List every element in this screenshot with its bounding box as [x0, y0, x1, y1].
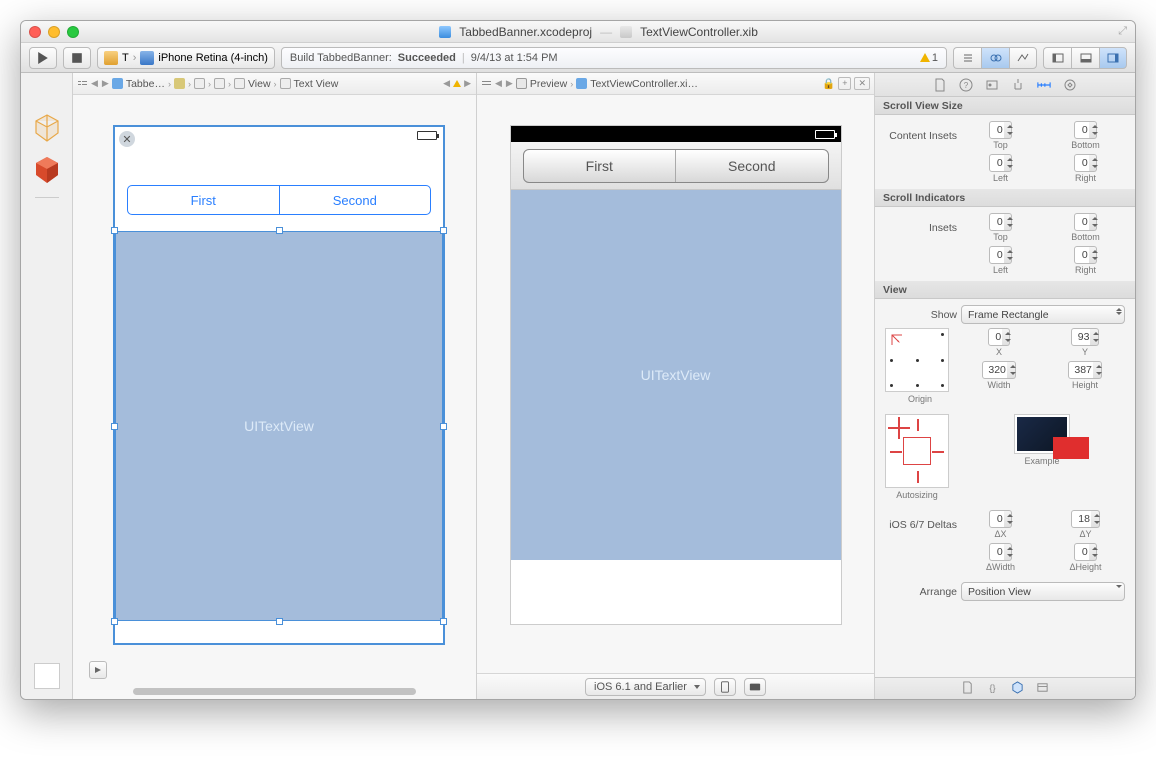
placeholder-cube-icon[interactable] [32, 113, 62, 143]
height-field[interactable]: 387 [1068, 361, 1096, 379]
warning-icon [920, 53, 930, 62]
editor-jump-bar[interactable]: ◀▶ Tabbe… › › › › View › Text View ◀ ▶ [73, 73, 476, 95]
xcode-window: TabbedBanner.xcodeproj — TextViewControl… [20, 20, 1136, 700]
battery-icon [417, 131, 437, 140]
section-scroll-view-size: Scroll View Size [875, 97, 1135, 115]
section-scroll-indicators: Scroll Indicators [875, 189, 1135, 207]
segment-second[interactable]: Second [675, 150, 828, 182]
related-icon [481, 78, 492, 89]
svg-text:?: ? [964, 81, 969, 90]
utilities-panel: ? Scroll View Size Content Insets 0Top 0… [875, 73, 1135, 699]
file-title: TextViewController.xib [640, 25, 758, 39]
code-snippet-library-tab[interactable]: {} [986, 681, 999, 697]
file-inspector-tab[interactable] [931, 76, 949, 94]
orientation-landscape-button[interactable] [744, 678, 766, 696]
segmented-control-ios6[interactable]: First Second [523, 149, 829, 183]
minimize-window-button[interactable] [48, 26, 60, 38]
document-outline-toggle[interactable] [89, 661, 107, 679]
scheme-selector[interactable]: T › iPhone Retina (4-inch) [97, 47, 275, 69]
autosizing-example [1014, 414, 1070, 454]
statusbar-ios6 [511, 126, 841, 142]
xib-icon [112, 78, 123, 89]
library-tabs: {} [875, 677, 1135, 699]
horizontal-scrollbar[interactable] [133, 688, 416, 695]
object-cube-icon[interactable] [32, 155, 62, 185]
lock-icon[interactable]: 🔒 [822, 77, 835, 90]
section-view: View [875, 281, 1135, 299]
uitextview[interactable]: UITextView [115, 231, 443, 621]
run-button[interactable] [29, 47, 57, 69]
ib-canvas[interactable]: ✕ First Second UITextView [73, 95, 476, 699]
orientation-portrait-button[interactable] [714, 678, 736, 696]
view-icon [194, 78, 205, 89]
close-window-button[interactable] [29, 26, 41, 38]
toolbar: T › iPhone Retina (4-inch) Build TabbedB… [21, 43, 1135, 73]
ib-dock [21, 73, 73, 699]
zoom-window-button[interactable] [67, 26, 79, 38]
statusbar [115, 127, 443, 143]
segmented-control[interactable]: First Second [127, 185, 431, 215]
version-editor-button[interactable] [1009, 47, 1037, 69]
document-thumbnail[interactable] [34, 663, 60, 689]
arrange-popup[interactable]: Position View [961, 582, 1125, 601]
uitextview-preview: UITextView [511, 190, 841, 560]
hide-debug-button[interactable] [1071, 47, 1099, 69]
segment-first[interactable]: First [524, 150, 676, 182]
fullscreen-icon[interactable]: ⤢ [1118, 25, 1127, 38]
add-assistant-button[interactable]: + [838, 77, 851, 90]
assistant-editor-pane: ◀▶ Preview › TextViewController.xi… 🔒 + … [477, 73, 875, 699]
file-template-library-tab[interactable] [961, 681, 974, 697]
app-icon [104, 51, 118, 65]
warnings-button[interactable]: 1 [920, 52, 938, 64]
preview-icon [516, 78, 527, 89]
origin-selector[interactable] [885, 328, 949, 392]
project-title: TabbedBanner.xcodeproj [459, 25, 592, 39]
object-library-tab[interactable] [1011, 681, 1024, 697]
editor-mode-segmented [953, 47, 1037, 69]
folder-icon [174, 78, 185, 89]
device-icon [140, 51, 154, 65]
stepper[interactable] [1004, 121, 1012, 139]
help-inspector-tab[interactable]: ? [957, 76, 975, 94]
editor-pane: ◀▶ Tabbe… › › › › View › Text View ◀ ▶ ✕ [73, 73, 477, 699]
preview-footer: iOS 6.1 and Earlier [477, 673, 874, 699]
width-field[interactable]: 320 [982, 361, 1010, 379]
battery-icon [815, 130, 835, 139]
autosizing-control[interactable] [885, 414, 949, 488]
show-popup[interactable]: Frame Rectangle [961, 305, 1125, 324]
preview-canvas: First Second UITextView [477, 95, 874, 673]
panel-toggle-segmented [1043, 47, 1127, 69]
segment-first[interactable]: First [128, 186, 279, 214]
activity-status: Build TabbedBanner: Succeeded | 9/4/13 a… [281, 47, 947, 69]
svg-text:{}: {} [989, 683, 995, 693]
close-assistant-button[interactable]: ✕ [854, 77, 870, 90]
assistant-editor-button[interactable] [981, 47, 1009, 69]
size-inspector-tab[interactable] [1035, 76, 1053, 94]
media-library-tab[interactable] [1036, 681, 1049, 697]
titlebar: TabbedBanner.xcodeproj — TextViewControl… [21, 21, 1135, 43]
segment-second[interactable]: Second [279, 186, 431, 214]
warning-icon [453, 80, 461, 87]
inspector-tabs: ? [875, 73, 1135, 97]
connections-inspector-tab[interactable] [1061, 76, 1079, 94]
hide-utilities-button[interactable] [1099, 47, 1127, 69]
project-icon [439, 26, 451, 38]
identity-inspector-tab[interactable] [983, 76, 1001, 94]
stop-button[interactable] [63, 47, 91, 69]
related-icon [77, 78, 88, 89]
attributes-inspector-tab[interactable] [1009, 76, 1027, 94]
standard-editor-button[interactable] [953, 47, 981, 69]
ios-version-popup[interactable]: iOS 6.1 and Earlier [585, 678, 706, 696]
preview-jump-bar[interactable]: ◀▶ Preview › TextViewController.xi… 🔒 + … [477, 73, 874, 95]
scene-close-button[interactable]: ✕ [119, 131, 135, 147]
hide-navigator-button[interactable] [1043, 47, 1071, 69]
traffic-lights [29, 26, 79, 38]
file-icon [620, 26, 632, 38]
origin-arrow-icon [890, 333, 904, 347]
